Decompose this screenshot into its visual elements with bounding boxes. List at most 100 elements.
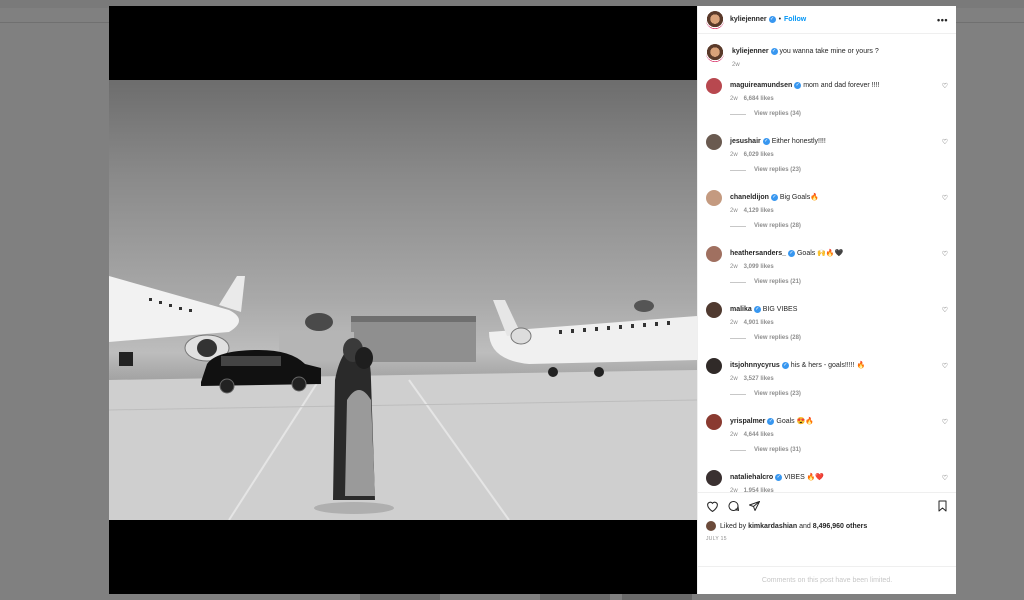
follow-button[interactable]: Follow — [784, 16, 806, 23]
verified-badge-icon: ✓ — [770, 47, 778, 55]
post-actions: Liked by kimkardashian and 8,496,960 oth… — [698, 492, 956, 566]
comment-likes[interactable]: 1,954 likes — [744, 488, 774, 492]
comment-text: Big Goals🔥 — [779, 194, 819, 201]
comment-time[interactable]: 2w — [730, 152, 738, 158]
post-date[interactable]: JULY 15 — [706, 536, 948, 542]
replies-dash — [730, 113, 746, 115]
caption-username[interactable]: kyliejenner — [732, 48, 769, 55]
comment-text: BIG VIBES — [762, 306, 798, 313]
comment-time[interactable]: 2w — [730, 320, 738, 326]
comment-like-icon[interactable]: ♡ — [942, 138, 948, 146]
photo-scene — [109, 276, 697, 520]
comment-username[interactable]: yrispalmer — [730, 418, 765, 425]
verified-badge-icon: ✓ — [775, 473, 783, 481]
commenter-avatar[interactable] — [706, 470, 722, 486]
comment-likes[interactable]: 6,684 likes — [744, 96, 774, 102]
comment-like-icon[interactable]: ♡ — [942, 306, 948, 314]
caption-text: you wanna take mine or yours ? — [779, 48, 879, 55]
comment-username[interactable]: chaneldijon — [730, 194, 769, 201]
comment-like-icon[interactable]: ♡ — [942, 82, 948, 90]
comment-likes[interactable]: 3,527 likes — [744, 376, 774, 382]
comment-like-icon[interactable]: ♡ — [942, 194, 948, 202]
comment-username[interactable]: itsjohnnycyrus — [730, 362, 780, 369]
commenter-avatar[interactable] — [706, 358, 722, 374]
author-avatar[interactable] — [706, 44, 724, 62]
author-avatar[interactable] — [706, 10, 724, 29]
liked-by-avatar[interactable] — [706, 521, 716, 531]
comment-item: jesushair ✓ Either honestly!!!! 2w 6,029 li… — [706, 134, 948, 190]
comments-limited-notice: Comments on this post have been limited. — [698, 566, 956, 594]
comment-item: malika ✓ BIG VIBES 2w 4,901 likes View repli… — [706, 302, 948, 358]
comment-item: itsjohnnycyrus ✓ his & hers - goals!!!!! … — [706, 358, 948, 414]
view-replies-button[interactable]: View replies (28) — [730, 223, 948, 229]
view-replies-label: View replies (23) — [754, 391, 801, 397]
more-options-icon[interactable]: ••• — [937, 15, 948, 25]
heart-icon[interactable] — [706, 500, 719, 512]
comment-likes[interactable]: 4,901 likes — [744, 320, 774, 326]
replies-dash — [730, 393, 746, 395]
comment-like-icon[interactable]: ♡ — [942, 474, 948, 482]
replies-dash — [730, 225, 746, 227]
commenter-avatar[interactable] — [706, 190, 722, 206]
comment-username[interactable]: maguireamundsen — [730, 82, 792, 89]
post-photo — [109, 80, 697, 520]
comment-username[interactable]: heathersanders_ — [730, 250, 786, 257]
post-media — [109, 6, 697, 594]
view-replies-button[interactable]: View replies (23) — [730, 391, 948, 397]
comment-text: Goals 🙌🔥🖤 — [796, 250, 844, 257]
comment-text: VIBES 🔥❤️ — [784, 474, 825, 481]
commenter-avatar[interactable] — [706, 414, 722, 430]
caption-time[interactable]: 2w — [732, 62, 740, 68]
commenter-avatar[interactable] — [706, 134, 722, 150]
comments-list[interactable]: kyliejenner ✓ you wanna take mine or your… — [698, 34, 956, 492]
comment-like-icon[interactable]: ♡ — [942, 418, 948, 426]
comment-username[interactable]: malika — [730, 306, 752, 313]
action-icons — [706, 499, 948, 513]
comment-text: Goals 😍🔥 — [776, 418, 815, 425]
comment-likes[interactable]: 4,129 likes — [744, 208, 774, 214]
post-caption: kyliejenner ✓ you wanna take mine or your… — [706, 44, 948, 68]
comment-time[interactable]: 2w — [730, 208, 738, 214]
liked-by: Liked by kimkardashian and 8,496,960 oth… — [706, 521, 948, 531]
view-replies-button[interactable]: View replies (23) — [730, 167, 948, 173]
comment-time[interactable]: 2w — [730, 376, 738, 382]
comment-time[interactable]: 2w — [730, 432, 738, 438]
comment-text: his & hers - goals!!!!! 🔥 — [790, 362, 866, 369]
view-replies-button[interactable]: View replies (21) — [730, 279, 948, 285]
view-replies-button[interactable]: View replies (28) — [730, 335, 948, 341]
post-modal: kyliejenner ✓ • Follow ••• kyliejenner ✓ … — [109, 6, 956, 594]
comment-like-icon[interactable]: ♡ — [942, 250, 948, 258]
verified-badge-icon: ✓ — [781, 361, 789, 369]
comment-item: maguireamundsen ✓ mom and dad forever !!!… — [706, 78, 948, 134]
commenter-avatar[interactable] — [706, 246, 722, 262]
commenter-avatar[interactable] — [706, 302, 722, 318]
comment-username[interactable]: jesushair — [730, 138, 761, 145]
view-replies-button[interactable]: View replies (34) — [730, 111, 948, 117]
likes-count[interactable]: 8,496,960 others — [813, 523, 867, 530]
comment-time[interactable]: 2w — [730, 488, 738, 492]
comment-likes[interactable]: 6,029 likes — [744, 152, 774, 158]
save-icon[interactable] — [937, 500, 948, 512]
comment-text: mom and dad forever !!!! — [803, 82, 880, 89]
share-icon[interactable] — [748, 500, 761, 512]
comment-likes[interactable]: 3,099 likes — [744, 264, 774, 270]
comment-time[interactable]: 2w — [730, 96, 738, 102]
comment-username[interactable]: nataliehalcro — [730, 474, 773, 481]
comment-like-icon[interactable]: ♡ — [942, 362, 948, 370]
author-username[interactable]: kyliejenner — [730, 16, 767, 23]
view-replies-label: View replies (28) — [754, 335, 801, 341]
comment-likes[interactable]: 4,644 likes — [744, 432, 774, 438]
view-replies-label: View replies (31) — [754, 447, 801, 453]
post-header: kyliejenner ✓ • Follow ••• — [698, 6, 956, 34]
comment-icon[interactable] — [727, 500, 740, 512]
liked-by-user[interactable]: kimkardashian — [748, 523, 797, 530]
view-replies-button[interactable]: View replies (31) — [730, 447, 948, 453]
comment-time[interactable]: 2w — [730, 264, 738, 270]
verified-badge-icon: ✓ — [762, 137, 770, 145]
replies-dash — [730, 169, 746, 171]
replies-dash — [730, 337, 746, 339]
comment-item: heathersanders_ ✓ Goals 🙌🔥🖤 2w 3,099 likes V… — [706, 246, 948, 302]
commenter-avatar[interactable] — [706, 78, 722, 94]
verified-badge-icon: ✓ — [788, 249, 796, 257]
liked-by-and: and — [799, 522, 811, 530]
